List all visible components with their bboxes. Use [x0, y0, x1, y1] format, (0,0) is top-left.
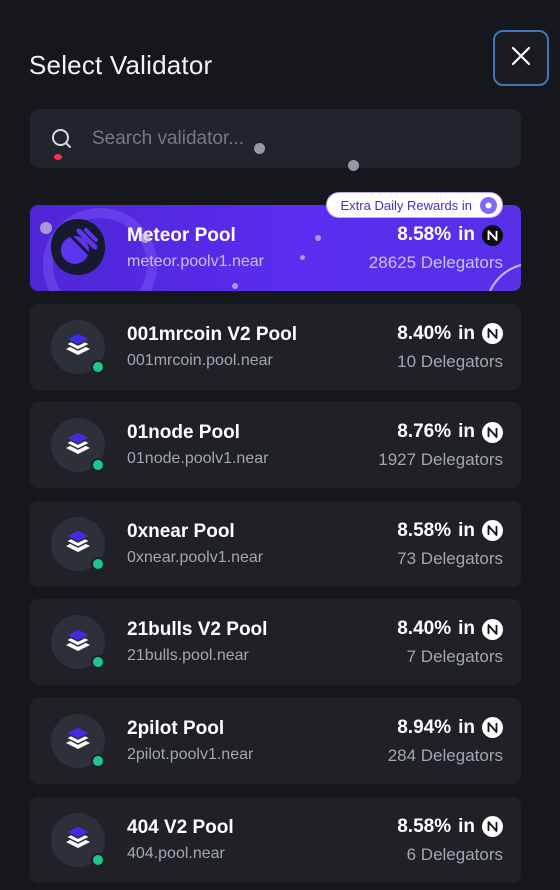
search-input[interactable] [92, 109, 502, 168]
validator-apy: 8.58% in [397, 224, 503, 246]
validator-account: meteor.poolv1.near [127, 253, 264, 270]
apy-value: 8.58% [397, 815, 452, 837]
near-token-icon [482, 816, 503, 838]
decorative-particle [348, 160, 359, 171]
validator-name: 001mrcoin V2 Pool [127, 323, 298, 345]
layers-icon [63, 526, 93, 561]
validator-account: 01node.poolv1.near [127, 450, 269, 468]
apy-suffix: in [458, 815, 475, 837]
online-status-dot [91, 359, 105, 374]
validator-name: 21bulls V2 Pool [127, 619, 268, 641]
validator-selector-modal: Select Validator Search validator... Met… [0, 0, 560, 890]
decorative-particle [315, 235, 321, 241]
close-button[interactable] [493, 30, 549, 86]
validator-row[interactable]: 404 V2 Pool 404.pool.near 8.58% in 6 Del… [30, 796, 521, 883]
validator-apy: 8.58% in [397, 816, 503, 838]
validator-apy: 8.76% in [397, 421, 503, 443]
validator-name: 2pilot Pool [127, 717, 225, 739]
validator-delegators: 73 Delegators [397, 548, 503, 568]
validator-row[interactable]: 0xnear Pool 0xnear.poolv1.near 8.58% in … [30, 500, 521, 587]
validator-account: 404.pool.near [127, 844, 225, 862]
validator-avatar [51, 218, 105, 278]
validator-apy: 8.94% in [397, 717, 503, 739]
validator-delegators: 7 Delegators [406, 647, 503, 667]
online-status-dot [91, 556, 105, 571]
online-status-dot [91, 655, 105, 670]
apy-value: 8.94% [397, 716, 452, 738]
decorative-particle [54, 154, 62, 160]
decorative-particle [40, 222, 52, 234]
badge-label: Extra Daily Rewards in [340, 197, 473, 213]
decorative-particle [140, 233, 150, 243]
layers-icon [63, 723, 93, 758]
meteor-logo-icon [51, 218, 105, 278]
validator-row[interactable]: 21bulls V2 Pool 21bulls.pool.near 8.40% … [30, 599, 521, 686]
validator-delegators: 28625 Delegators [368, 253, 503, 272]
validator-row-meteor-pool[interactable]: Meteor Pool meteor.poolv1.near 8.58% in … [30, 192, 521, 291]
near-token-icon [482, 520, 503, 542]
decorative-particle [232, 283, 238, 289]
online-status-dot [91, 458, 105, 473]
near-token-icon [482, 421, 503, 443]
validator-delegators: 6 Delegators [406, 844, 503, 864]
validator-row[interactable]: 2pilot Pool 2pilot.poolv1.near 8.94% in … [30, 697, 521, 784]
near-token-icon [482, 323, 503, 345]
validator-name: 0xnear Pool [127, 520, 235, 542]
online-status-dot [91, 753, 105, 768]
validator-delegators: 284 Delegators [387, 745, 503, 765]
apy-suffix: in [458, 421, 475, 443]
decorative-particle [254, 143, 265, 154]
layers-icon [63, 329, 93, 364]
apy-value: 8.58% [397, 224, 452, 245]
validator-account: 2pilot.poolv1.near [127, 745, 254, 763]
validator-delegators: 10 Delegators [397, 351, 503, 371]
search-icon [50, 127, 74, 151]
validator-apy: 8.40% in [397, 323, 503, 345]
validator-apy: 8.58% in [397, 520, 503, 542]
validator-account: 21bulls.pool.near [127, 647, 249, 665]
page-title: Select Validator [29, 50, 213, 80]
validator-apy: 8.40% in [397, 618, 503, 640]
layers-icon [63, 822, 93, 857]
apy-value: 8.40% [397, 322, 452, 344]
validator-row[interactable]: 001mrcoin V2 Pool 001mrcoin.pool.near 8.… [30, 303, 521, 390]
validator-delegators: 1927 Delegators [378, 450, 503, 470]
online-status-dot [91, 852, 105, 867]
validator-list: Meteor Pool meteor.poolv1.near 8.58% in … [30, 192, 521, 890]
apy-suffix: in [458, 224, 475, 245]
layers-icon [63, 428, 93, 463]
near-token-icon [482, 618, 503, 640]
apy-suffix: in [458, 618, 475, 640]
validator-name: 404 V2 Pool [127, 816, 234, 838]
near-token-icon [482, 224, 503, 246]
search-bar [30, 109, 521, 168]
validator-account: 0xnear.poolv1.near [127, 548, 264, 566]
layers-icon [63, 625, 93, 660]
decorative-particle [300, 255, 305, 260]
apy-suffix: in [458, 519, 475, 541]
apy-value: 8.40% [397, 618, 452, 640]
close-icon [510, 45, 532, 72]
near-token-icon [482, 717, 503, 739]
validator-name: 01node Pool [127, 422, 240, 444]
reward-token-icon [480, 197, 497, 214]
apy-value: 8.58% [397, 519, 452, 541]
validator-row[interactable]: 01node Pool 01node.poolv1.near 8.76% in … [30, 402, 521, 489]
extra-rewards-badge: Extra Daily Rewards in [325, 192, 503, 218]
apy-suffix: in [458, 716, 475, 738]
validator-account: 001mrcoin.pool.near [127, 351, 273, 369]
apy-value: 8.76% [397, 421, 452, 443]
apy-suffix: in [458, 322, 475, 344]
